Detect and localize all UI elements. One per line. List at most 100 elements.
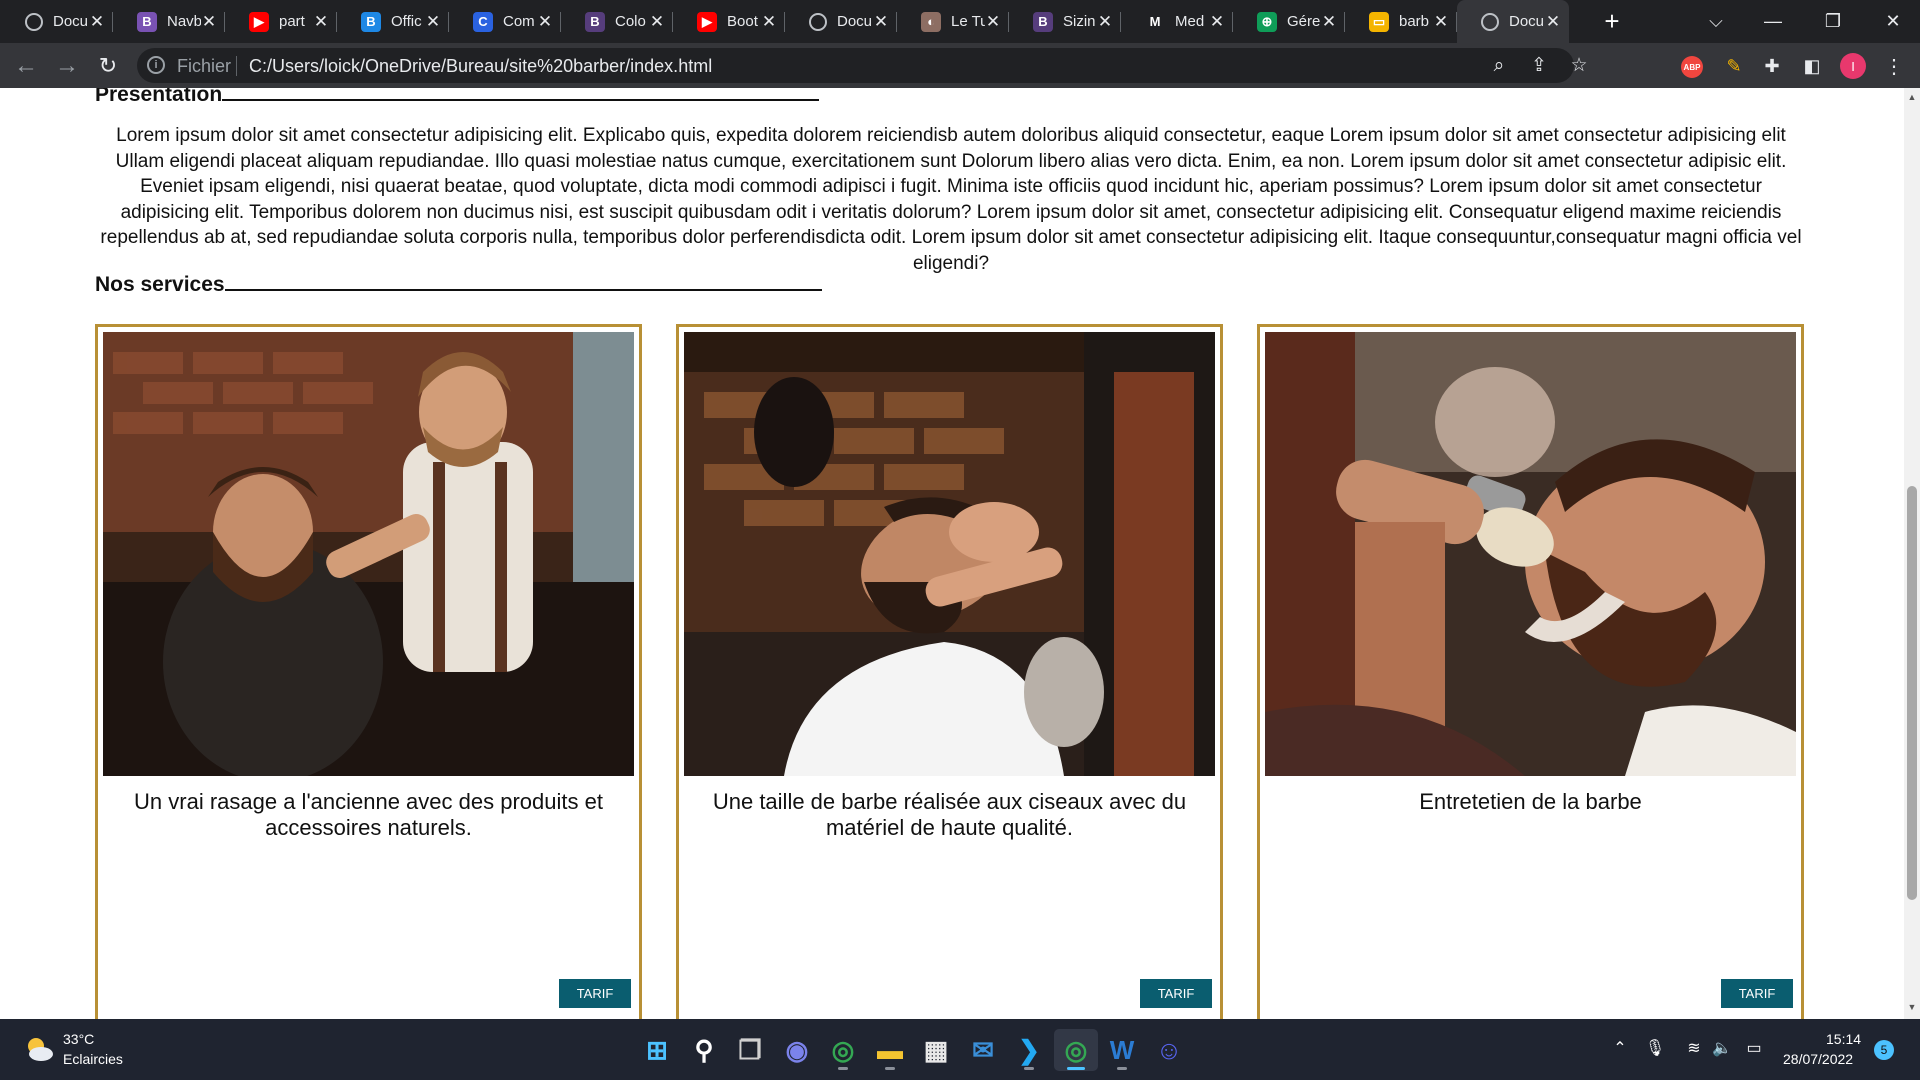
menu-kebab-icon[interactable]: ⋮ bbox=[1881, 53, 1907, 79]
address-bar[interactable]: i Fichier C:/Users/loick/OneDrive/Bureau… bbox=[137, 48, 1588, 83]
extensions-puzzle-icon[interactable]: ✚ bbox=[1759, 53, 1785, 79]
browser-tab[interactable]: ◐ Le Tu ✕ bbox=[897, 0, 1009, 43]
battery-icon[interactable]: ▭ bbox=[1743, 1038, 1765, 1058]
close-tab-icon[interactable]: ✕ bbox=[425, 12, 441, 32]
share-icon[interactable]: ⇪ bbox=[1526, 53, 1552, 79]
browser-tab[interactable]: Docu ✕ bbox=[1457, 0, 1569, 43]
tarif-button[interactable]: TARIF bbox=[1721, 979, 1793, 1008]
wifi-icon[interactable]: ≋ bbox=[1683, 1038, 1705, 1058]
scroll-thumb[interactable] bbox=[1907, 486, 1917, 900]
close-tab-icon[interactable]: ✕ bbox=[537, 12, 553, 32]
browser-tab[interactable]: B Colo ✕ bbox=[561, 0, 673, 43]
tab-title: Colo bbox=[615, 13, 646, 30]
restore-button[interactable]: ❐ bbox=[1803, 0, 1863, 43]
new-tab-button[interactable]: + bbox=[1596, 6, 1628, 38]
url-text[interactable]: C:/Users/loick/OneDrive/Bureau/site%20ba… bbox=[249, 56, 712, 77]
back-button[interactable]: ← bbox=[10, 50, 42, 82]
weather-temperature[interactable]: 33°C bbox=[63, 1031, 94, 1047]
scroll-down-arrow-icon[interactable]: ▼ bbox=[1904, 1002, 1920, 1012]
services-title: Nos services bbox=[95, 273, 225, 296]
clock-time[interactable]: 15:14 bbox=[1826, 1031, 1861, 1047]
adblock-plus-icon[interactable]: ABP bbox=[1681, 56, 1703, 78]
close-tab-icon[interactable]: ✕ bbox=[649, 12, 665, 32]
info-icon[interactable]: i bbox=[147, 56, 165, 74]
windows-start-icon[interactable]: ⊞ bbox=[635, 1029, 679, 1071]
close-tab-icon[interactable]: ✕ bbox=[1433, 12, 1449, 32]
tarif-button[interactable]: TARIF bbox=[1140, 979, 1212, 1008]
task-view-icon[interactable]: ❐ bbox=[728, 1029, 772, 1071]
service-caption: Un vrai rasage a l'ancienne avec des pro… bbox=[134, 789, 603, 840]
bootstrap-icon: B bbox=[1033, 11, 1053, 32]
beard-care-photo bbox=[1265, 332, 1796, 776]
profile-avatar[interactable]: I bbox=[1840, 53, 1866, 79]
microphone-icon[interactable]: 🎙 bbox=[1644, 1038, 1666, 1058]
weather-description[interactable]: Eclaircies bbox=[63, 1051, 123, 1067]
close-tab-icon[interactable]: ✕ bbox=[1097, 12, 1113, 32]
windows-start-glyph: ⊞ bbox=[646, 1034, 668, 1065]
discord-icon[interactable]: ☺ bbox=[1147, 1029, 1191, 1071]
tab-title: Gére bbox=[1287, 13, 1321, 30]
tab-title: Offic bbox=[391, 13, 422, 30]
mail-glyph: ✉ bbox=[972, 1034, 994, 1065]
clock-date[interactable]: 28/07/2022 bbox=[1783, 1051, 1853, 1067]
close-tab-icon[interactable]: ✕ bbox=[313, 12, 329, 32]
search-icon[interactable]: ⚲ bbox=[682, 1029, 726, 1071]
store-icon[interactable]: ▦ bbox=[914, 1029, 958, 1071]
browser-tab[interactable]: ▶ part ✕ bbox=[225, 0, 337, 43]
file-explorer-icon[interactable]: ▬ bbox=[868, 1029, 912, 1071]
weather-partly-cloudy-icon[interactable] bbox=[24, 1036, 54, 1062]
scroll-up-arrow-icon[interactable]: ▲ bbox=[1904, 92, 1920, 102]
close-tab-icon[interactable]: ✕ bbox=[89, 12, 105, 32]
tab-title: Com bbox=[503, 13, 535, 30]
close-tab-icon[interactable]: ✕ bbox=[761, 12, 777, 32]
close-tab-icon[interactable]: ✕ bbox=[873, 12, 889, 32]
page-scrollbar[interactable]: ▲ ▼ bbox=[1904, 88, 1920, 1019]
word-icon[interactable]: W bbox=[1100, 1029, 1144, 1071]
close-tab-icon[interactable]: ✕ bbox=[1209, 12, 1225, 32]
mail-icon[interactable]: ✉ bbox=[961, 1029, 1005, 1071]
reload-button[interactable]: ↻ bbox=[92, 50, 124, 82]
zoom-icon[interactable]: ⌕ bbox=[1486, 53, 1512, 79]
heading-underline bbox=[224, 289, 822, 291]
browser-tab[interactable]: ▭ barb ✕ bbox=[1345, 0, 1457, 43]
teams-icon[interactable]: ◉ bbox=[775, 1029, 819, 1071]
close-tab-icon[interactable]: ✕ bbox=[985, 12, 1001, 32]
browser-tab[interactable]: ⊕ Gére ✕ bbox=[1233, 0, 1345, 43]
browser-tab[interactable]: C Com ✕ bbox=[449, 0, 561, 43]
beard-trim-photo bbox=[684, 332, 1215, 776]
services-heading: Nos services bbox=[95, 273, 822, 297]
forward-button[interactable]: → bbox=[51, 50, 83, 82]
browser-tab[interactable]: B Offic ✕ bbox=[337, 0, 449, 43]
notification-count-badge[interactable]: 5 bbox=[1874, 1040, 1894, 1060]
tray-chevron-up-icon[interactable]: ⌃ bbox=[1609, 1038, 1631, 1058]
vscode-icon[interactable]: ❯ bbox=[1007, 1029, 1051, 1071]
tarif-button[interactable]: TARIF bbox=[559, 979, 631, 1008]
browser-tab[interactable]: ▶ Boot ✕ bbox=[673, 0, 785, 43]
close-tab-icon[interactable]: ✕ bbox=[1321, 12, 1337, 32]
browser-tab[interactable]: Docu ✕ bbox=[1, 0, 113, 43]
bookmark-star-icon[interactable]: ☆ bbox=[1566, 53, 1592, 79]
tab-title: Boot bbox=[727, 13, 758, 30]
minimize-button[interactable]: — bbox=[1743, 0, 1803, 43]
chrome-icon[interactable]: ◎ bbox=[1054, 1029, 1098, 1071]
service-card-beard-care: Entretetien de la barbe TARIF bbox=[1257, 324, 1804, 1019]
browser-tab[interactable]: M Med ✕ bbox=[1121, 0, 1233, 43]
close-tab-icon[interactable]: ✕ bbox=[1545, 12, 1561, 32]
browser-tab[interactable]: B Navb ✕ bbox=[113, 0, 225, 43]
address-separator bbox=[236, 56, 237, 76]
windows-taskbar: 33°C Eclaircies ⌃ 🎙 ≋ 🔈 ▭ 15:14 28/07/20… bbox=[0, 1019, 1920, 1080]
browser-tab[interactable]: B Sizin ✕ bbox=[1009, 0, 1121, 43]
tab-search-chevron-icon[interactable]: ⌵ bbox=[1686, 0, 1746, 43]
search-glyph: ⚲ bbox=[694, 1034, 714, 1065]
pencil-extension-icon[interactable]: ✎ bbox=[1721, 53, 1747, 79]
barber-shave-photo bbox=[103, 332, 634, 776]
chrome-icon[interactable]: ◎ bbox=[821, 1029, 865, 1071]
scheme-label: Fichier bbox=[177, 56, 232, 76]
file-explorer-glyph: ▬ bbox=[877, 1034, 903, 1065]
volume-icon[interactable]: 🔈 bbox=[1711, 1038, 1733, 1058]
browser-tab[interactable]: Docu ✕ bbox=[785, 0, 897, 43]
close-tab-icon[interactable]: ✕ bbox=[201, 12, 217, 32]
discord-glyph: ☺ bbox=[1155, 1034, 1183, 1065]
close-window-button[interactable]: ✕ bbox=[1863, 0, 1920, 43]
side-panel-icon[interactable]: ◧ bbox=[1799, 53, 1825, 79]
